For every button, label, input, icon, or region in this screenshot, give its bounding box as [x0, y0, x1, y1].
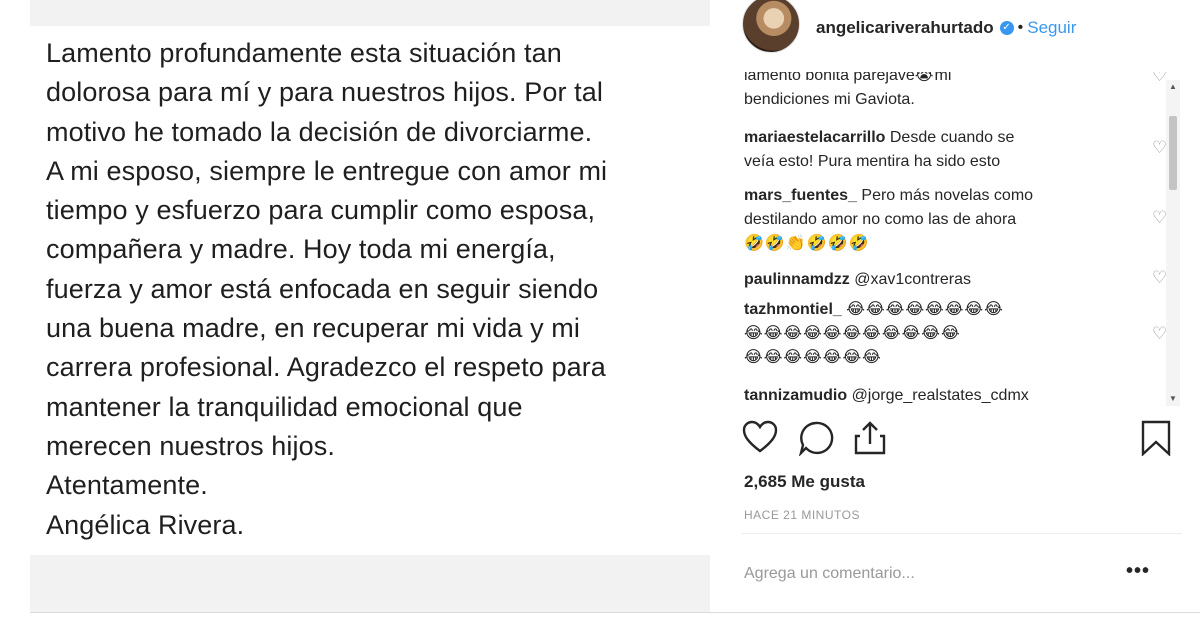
post-line: motivo he tomado la decisión de divorcia…	[46, 116, 593, 147]
comment-mention[interactable]: @xav1contreras	[854, 271, 971, 288]
post-line: una buena madre, en recuperar mi vida y …	[46, 313, 580, 344]
likes-count[interactable]: 2,685 Me gusta	[744, 472, 865, 492]
comment-text: lamento bonita parejave	[744, 72, 915, 84]
divider	[30, 612, 1200, 613]
comment-text: Desde cuando se	[889, 129, 1015, 146]
post-line: tiempo y esfuerzo para cumplir como espo…	[46, 195, 596, 226]
post-actions	[742, 420, 1172, 464]
username-link[interactable]: angelicariverahurtado	[816, 18, 994, 38]
add-comment-input[interactable]: Agrega un comentario...	[744, 565, 915, 583]
comment-emoji: 🤣🤣👏🤣🤣🤣	[744, 235, 870, 252]
comment-username[interactable]: mariaestelacarrillo	[744, 129, 885, 146]
scroll-up-icon[interactable]: ▲	[1166, 80, 1180, 94]
comments-list: lamento bonita parejave😭mi bendiciones m…	[742, 72, 1182, 408]
comment-username[interactable]: paulinnamdzz	[744, 271, 850, 288]
post-line: Atentamente.	[46, 470, 208, 501]
post-line: Lamento profundamente esta situación tan	[46, 38, 562, 68]
comment-text: Pero más novelas como	[861, 187, 1034, 204]
comment-mention[interactable]: @jorge_realstates_cdmx	[852, 387, 1029, 404]
comment-text: bendiciones mi Gaviota.	[744, 91, 915, 108]
divider	[742, 533, 1182, 534]
comment-text: mi	[934, 72, 952, 84]
comment-item: mars_fuentes_ Pero más novelas como dest…	[744, 184, 1134, 256]
more-options-icon[interactable]: •••	[1126, 560, 1150, 583]
comment-item: bendiciones mi Gaviota.	[744, 88, 1134, 112]
post-image: Lamento profundamente esta situación tan…	[30, 0, 710, 612]
comment-item: tannizamudio @jorge_realstates_cdmx	[744, 384, 1134, 408]
avatar[interactable]	[742, 0, 800, 53]
post-line: Angélica Rivera.	[46, 509, 245, 540]
post-line: fuerza y amor está enfocada en seguir si…	[46, 273, 599, 304]
share-icon[interactable]	[852, 420, 888, 461]
comment-username[interactable]: tazhmontiel_	[744, 301, 842, 318]
comment-item: paulinnamdzz @xav1contreras	[744, 268, 1134, 292]
scrollbar-thumb[interactable]	[1169, 116, 1177, 190]
post-timestamp[interactable]: HACE 21 MINUTOS	[744, 508, 860, 522]
heart-icon[interactable]	[742, 420, 778, 461]
comment-emoji: 😂😂😂😂😂😂😂	[744, 349, 882, 366]
post-line: compañera y madre. Hoy toda mi energía,	[46, 234, 556, 265]
comments-scrollbar[interactable]: ▲ ▼	[1166, 80, 1180, 406]
comment-emoji: 😭	[914, 72, 935, 84]
comment-username[interactable]: mars_fuentes_	[744, 187, 857, 204]
comment-text: veía esto! Pura mentira ha sido esto	[744, 153, 1001, 170]
post-header: angelicariverahurtado ✓ • Seguir	[742, 0, 1076, 56]
separator-dot: •	[1017, 19, 1024, 36]
image-top-band	[30, 0, 710, 26]
post-line: A mi esposo, siempre le entregue con amo…	[46, 155, 608, 186]
comment-emoji: 😂😂😂😂😂😂😂😂	[846, 301, 1004, 318]
post-line: carrera profesional. Agradezco el respet…	[46, 352, 606, 383]
post-statement-text: Lamento profundamente esta situación tan…	[46, 34, 706, 545]
post-line: dolorosa para mí y para nuestros hijos. …	[46, 77, 603, 108]
comment-item: lamento bonita parejave😭mi	[744, 72, 1134, 88]
comment-icon[interactable]	[798, 420, 834, 461]
comment-item: mariaestelacarrillo Desde cuando se veía…	[744, 126, 1134, 174]
post-side-panel: angelicariverahurtado ✓ • Seguir lamento…	[728, 0, 1200, 612]
scroll-down-icon[interactable]: ▼	[1166, 392, 1180, 406]
follow-button[interactable]: Seguir	[1027, 18, 1076, 38]
comment-item: tazhmontiel_ 😂😂😂😂😂😂😂😂 😂😂😂😂😂😂😂😂😂😂😂 😂😂😂😂😂😂…	[744, 298, 1134, 370]
bookmark-icon[interactable]	[1138, 420, 1174, 461]
comment-username[interactable]: tannizamudio	[744, 387, 847, 404]
verified-icon: ✓	[999, 21, 1014, 35]
post-line: mantener la tranquilidad emocional que	[46, 391, 523, 422]
post-line: merecen nuestros hijos.	[46, 430, 335, 461]
comment-emoji: 😂😂😂😂😂😂😂😂😂😂😂	[744, 325, 961, 342]
image-bottom-band	[30, 555, 710, 612]
comment-text: destilando amor no como las de ahora	[744, 211, 1017, 228]
